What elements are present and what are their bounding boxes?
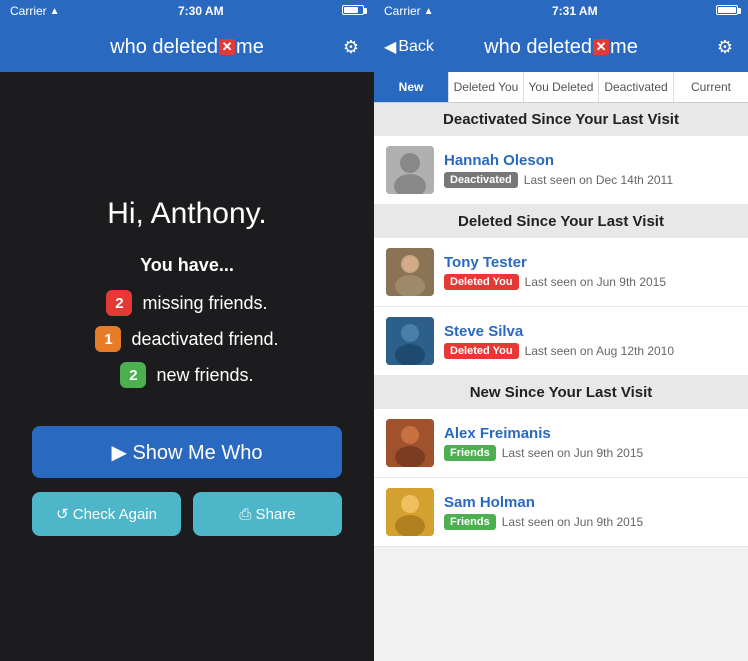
- label-missing: missing friends.: [142, 293, 267, 314]
- logo-who-right: who deleted: [484, 36, 592, 59]
- tab-current[interactable]: Current: [674, 72, 748, 102]
- logo-who-left: who deleted: [110, 36, 218, 59]
- wifi-icon-right: ▲: [424, 6, 434, 17]
- list-item[interactable]: Alex Freimanis Friends Last seen on Jun …: [374, 409, 748, 478]
- check-again-label: ↺ Check Again: [56, 505, 157, 523]
- list-item[interactable]: Steve Silva Deleted You Last seen on Aug…: [374, 307, 748, 376]
- tabs-bar: New Deleted You You Deleted Deactivated …: [374, 72, 748, 103]
- activity-feed: Deactivated Since Your Last Visit Hannah…: [374, 103, 748, 661]
- section-new: New Since Your Last Visit: [374, 376, 748, 409]
- list-item[interactable]: Tony Tester Deleted You Last seen on Jun…: [374, 238, 748, 307]
- show-me-who-button[interactable]: ▶ Show Me Who: [32, 426, 342, 478]
- section-deleted: Deleted Since Your Last Visit: [374, 205, 748, 238]
- last-seen-alex: Last seen on Jun 9th 2015: [502, 446, 643, 460]
- person-info-steve: Steve Silva Deleted You Last seen on Aug…: [444, 323, 736, 359]
- logo-x-right: ✕: [593, 39, 609, 55]
- logo-left: who deleted ✕ me: [110, 36, 264, 59]
- person-meta-sam: Friends Last seen on Jun 9th 2015: [444, 514, 736, 530]
- person-name-steve: Steve Silva: [444, 323, 736, 340]
- tag-deleted-tony: Deleted You: [444, 274, 519, 290]
- logo-me-right: me: [610, 36, 638, 59]
- person-info-tony: Tony Tester Deleted You Last seen on Jun…: [444, 254, 736, 290]
- last-seen-tony: Last seen on Jun 9th 2015: [525, 275, 666, 289]
- label-new: new friends.: [156, 365, 253, 386]
- share-button[interactable]: ⎙ Share: [193, 492, 342, 536]
- person-meta-tony: Deleted You Last seen on Jun 9th 2015: [444, 274, 736, 290]
- carrier-text-left: Carrier: [10, 4, 47, 18]
- avatar-tony: [386, 248, 434, 296]
- carrier-left: Carrier ▲: [10, 4, 60, 18]
- logo-x-left: ✕: [219, 39, 235, 55]
- tab-deactivated[interactable]: Deactivated: [599, 72, 674, 102]
- you-have-label: You have...: [140, 255, 234, 276]
- time-right: 7:31 AM: [552, 4, 598, 18]
- section-deactivated: Deactivated Since Your Last Visit: [374, 103, 748, 136]
- last-seen-sam: Last seen on Jun 9th 2015: [502, 515, 643, 529]
- person-name-alex: Alex Freimanis: [444, 425, 736, 442]
- right-panel: Carrier ▲ 7:31 AM ◀ Back who deleted ✕ m…: [374, 0, 748, 661]
- main-content-left: Hi, Anthony. You have... 2 missing frien…: [0, 72, 374, 661]
- tag-deleted-steve: Deleted You: [444, 343, 519, 359]
- person-name-hannah: Hannah Oleson: [444, 152, 736, 169]
- stat-missing: 2 missing friends.: [106, 290, 267, 316]
- status-bar-left: Carrier ▲ 7:30 AM: [0, 0, 374, 22]
- stat-deactivated: 1 deactivated friend.: [95, 326, 278, 352]
- gear-icon-left[interactable]: ⚙: [343, 37, 359, 58]
- carrier-right: Carrier ▲: [384, 4, 434, 18]
- share-label: ⎙ Share: [239, 506, 295, 523]
- avatar-hannah: [386, 146, 434, 194]
- logo-right: who deleted ✕ me: [484, 36, 638, 59]
- person-name-tony: Tony Tester: [444, 254, 736, 271]
- list-item[interactable]: Sam Holman Friends Last seen on Jun 9th …: [374, 478, 748, 547]
- person-info-alex: Alex Freimanis Friends Last seen on Jun …: [444, 425, 736, 461]
- badge-new: 2: [120, 362, 146, 388]
- tab-new[interactable]: New: [374, 72, 449, 102]
- person-meta-alex: Friends Last seen on Jun 9th 2015: [444, 445, 736, 461]
- battery-container-right: [716, 4, 738, 18]
- battery-container-left: [342, 4, 364, 18]
- avatar-alex: [386, 419, 434, 467]
- person-meta-hannah: Deactivated Last seen on Dec 14th 2011: [444, 172, 736, 188]
- carrier-text-right: Carrier: [384, 4, 421, 18]
- status-bar-right: Carrier ▲ 7:31 AM: [374, 0, 748, 22]
- show-me-who-label: ▶ Show Me Who: [112, 440, 263, 465]
- back-label: Back: [398, 38, 434, 56]
- stat-new: 2 new friends.: [120, 362, 253, 388]
- gear-icon-right[interactable]: ⚙: [717, 37, 733, 58]
- check-again-button[interactable]: ↺ Check Again: [32, 492, 181, 536]
- list-item[interactable]: Hannah Oleson Deactivated Last seen on D…: [374, 136, 748, 205]
- tag-deactivated-hannah: Deactivated: [444, 172, 518, 188]
- battery-icon-right: [716, 5, 738, 15]
- back-arrow-icon: ◀: [384, 37, 396, 57]
- left-panel: Carrier ▲ 7:30 AM who deleted ✕ me ⚙ Hi,…: [0, 0, 374, 661]
- bottom-buttons: ↺ Check Again ⎙ Share: [32, 492, 342, 536]
- person-info-sam: Sam Holman Friends Last seen on Jun 9th …: [444, 494, 736, 530]
- last-seen-hannah: Last seen on Dec 14th 2011: [524, 173, 673, 187]
- avatar-sam: [386, 488, 434, 536]
- wifi-icon-left: ▲: [50, 6, 60, 17]
- tag-friends-alex: Friends: [444, 445, 496, 461]
- tag-friends-sam: Friends: [444, 514, 496, 530]
- tab-you-deleted[interactable]: You Deleted: [524, 72, 599, 102]
- logo-me-left: me: [236, 36, 264, 59]
- app-header-left: who deleted ✕ me ⚙: [0, 22, 374, 72]
- person-info-hannah: Hannah Oleson Deactivated Last seen on D…: [444, 152, 736, 188]
- greeting: Hi, Anthony.: [107, 197, 267, 231]
- app-header-right: ◀ Back who deleted ✕ me ⚙: [374, 22, 748, 72]
- battery-icon-left: [342, 5, 364, 15]
- last-seen-steve: Last seen on Aug 12th 2010: [525, 344, 674, 358]
- badge-missing: 2: [106, 290, 132, 316]
- person-name-sam: Sam Holman: [444, 494, 736, 511]
- person-meta-steve: Deleted You Last seen on Aug 12th 2010: [444, 343, 736, 359]
- label-deactivated: deactivated friend.: [131, 329, 278, 350]
- badge-deactivated: 1: [95, 326, 121, 352]
- tab-deleted-you[interactable]: Deleted You: [449, 72, 524, 102]
- avatar-steve: [386, 317, 434, 365]
- time-left: 7:30 AM: [178, 4, 224, 18]
- back-button[interactable]: ◀ Back: [384, 37, 434, 57]
